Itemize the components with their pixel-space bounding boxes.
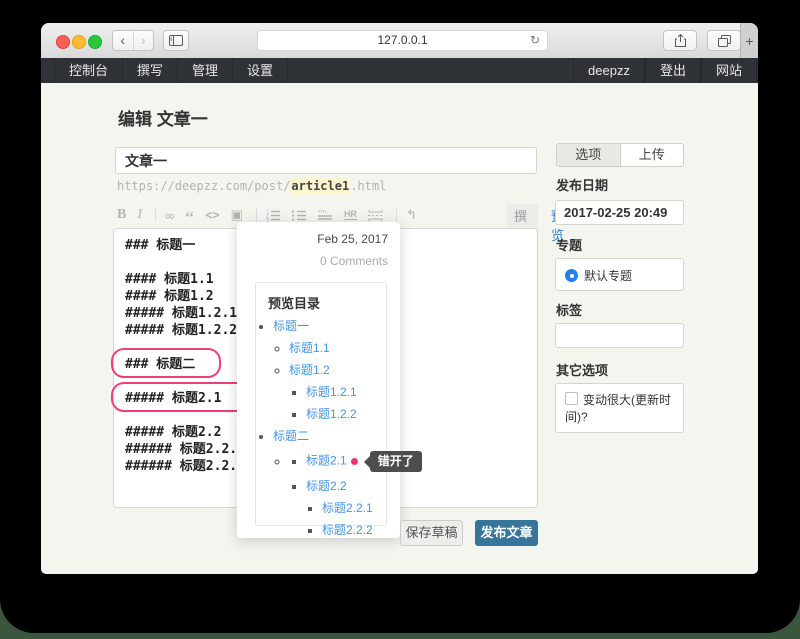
tabs-icon [718,35,731,47]
toc-link[interactable]: 标题1.1 [289,341,330,355]
heading-icon[interactable]: TITL [318,209,333,222]
toc-link[interactable]: 标题1.2.1 [306,385,357,399]
close-button[interactable] [56,35,70,49]
sidebar-icon [169,35,183,46]
post-url-preview: https://deepzz.com/post/article1.html [117,179,386,193]
fullscreen-button[interactable] [88,35,102,49]
topic-label: 专题 [556,235,582,254]
nav-item-logout[interactable]: 登出 [645,58,701,83]
blockquote-icon[interactable]: “ [185,214,194,224]
page-content: 编辑 文章一 https://deepzz.com/post/article1.… [41,83,758,574]
toolbar-divider [155,208,156,222]
topic-box: 默认专题 [555,258,684,291]
url-slug-highlight: article1 [290,178,350,194]
svg-text:TITL: TITL [318,209,328,214]
annotation-circle-heading2-1 [111,382,254,412]
tab-options[interactable]: 选项 [557,144,621,166]
toc-item: 标题二 标题2.1错开了 标题2.2 标题2.2.1 [273,429,386,538]
toc-link[interactable]: 标题1.2.2 [306,407,357,421]
other-options-box: 变动很大(更新时间)? [555,383,684,433]
forward-button[interactable]: › [133,31,154,50]
nav-item-username[interactable]: deepzz [573,58,645,83]
toolbar-divider [396,208,397,222]
nav-item-write[interactable]: 撰写 [123,58,178,83]
sidebar-toggle-button[interactable] [163,30,189,51]
url-text: 127.0.0.1 [377,33,427,47]
url-suffix: .html [350,179,386,193]
nav-item-site[interactable]: 网站 [701,58,757,83]
url-prefix: https://deepzz.com/post/ [117,179,290,193]
publish-date-input[interactable] [555,200,684,225]
annotation-circle-heading2 [111,348,221,378]
tags-input[interactable] [555,323,684,348]
comments-count: 0 Comments [320,254,388,268]
preview-overlay: Feb 25, 2017 0 Comments 预览目录 标题一 标题1.1 标… [237,222,400,538]
undo-icon[interactable]: ↰ [406,207,417,223]
svg-text:3: 3 [266,218,269,222]
toc-item: 标题1.2.2 [306,407,386,422]
save-draft-button[interactable]: 保存草稿 [400,520,463,546]
toc-item: 标题2.2.1 [322,501,386,516]
new-tab-button[interactable]: + [740,23,758,58]
toc-link[interactable]: 标题一 [273,319,309,333]
toc-item: 标题一 标题1.1 标题1.2 标题1.2.1 标题1.2.2 [273,319,386,422]
sidebar-tabs: 选项 上传 [556,143,684,167]
tab-upload[interactable]: 上传 [621,144,684,166]
toc-item-empty-level: 标题2.1错开了 标题2.2 标题2.2.1 标题2.2.2 [289,451,386,538]
unordered-list-icon[interactable] [292,209,307,222]
toc-link[interactable]: 标题2.2.2 [322,523,373,537]
link-icon[interactable]: ∞ [165,208,174,223]
toc-item: 标题1.1 [289,341,386,356]
toc-link[interactable]: 标题1.2 [289,363,330,377]
share-icon [675,34,686,47]
history-nav-group: ‹ › [112,30,154,51]
topic-radio-selected[interactable] [565,269,578,282]
major-change-label: 变动很大(更新时间)? [565,393,671,424]
nav-item-console[interactable]: 控制台 [54,58,123,83]
page-title: 编辑 文章一 [118,105,208,130]
error-dot-icon [351,458,358,465]
post-date: Feb 25, 2017 [317,232,388,246]
toc-item: 标题2.2.2 [322,523,386,538]
publish-button[interactable]: 发布文章 [475,520,538,546]
publish-date-label: 发布日期 [556,175,608,194]
toc-item: 标题2.2 标题2.2.1 标题2.2.2 [306,479,386,538]
page-break-icon[interactable] [368,209,383,222]
toc-item: 标题1.2.1 [306,385,386,400]
major-change-checkbox[interactable] [565,392,578,405]
ordered-list-icon[interactable]: 1 2 3 [266,209,281,222]
toc-link[interactable]: 标题二 [273,429,309,443]
toc-panel: 预览目录 标题一 标题1.1 标题1.2 标题1.2.1 标题1.2.2 [255,282,387,526]
error-tooltip: 错开了 [370,451,422,472]
toc-item: 标题1.2 标题1.2.1 标题1.2.2 [289,363,386,422]
toc-link[interactable]: 标题2.2 [306,479,347,493]
toolbar-divider [256,208,257,222]
browser-titlebar: ‹ › 127.0.0.1 ↻ [41,23,758,59]
toc-title: 预览目录 [256,283,386,312]
tab-overview-button[interactable] [707,30,741,51]
toc-link[interactable]: 标题2.2.1 [322,501,373,515]
toc-link[interactable]: 标题2.1 [306,454,347,468]
minimize-button[interactable] [72,35,86,49]
nav-item-manage[interactable]: 管理 [178,58,233,83]
post-title-input[interactable] [115,147,537,174]
toc-item-misaligned: 标题2.1错开了 [306,451,386,472]
navbar-right-group: deepzz 登出 网站 [560,58,757,83]
back-button[interactable]: ‹ [113,31,133,50]
other-options-label: 其它选项 [556,360,608,379]
topic-option-label: 默认专题 [584,269,632,283]
address-bar[interactable]: 127.0.0.1 ↻ [257,30,548,51]
tags-label: 标签 [556,300,582,319]
image-icon[interactable]: ▣ [231,207,243,223]
browser-window: ‹ › 127.0.0.1 ↻ [41,23,758,574]
bold-icon[interactable]: B [117,207,126,223]
horizontal-rule-icon[interactable]: HR [344,210,357,220]
share-button[interactable] [663,30,697,51]
nav-item-settings[interactable]: 设置 [233,58,288,83]
code-icon[interactable]: <> [205,208,219,222]
italic-icon[interactable]: I [137,207,142,223]
admin-navbar: 控制台 撰写 管理 设置 deepzz 登出 网站 [41,58,758,83]
reload-icon[interactable]: ↻ [530,31,540,50]
